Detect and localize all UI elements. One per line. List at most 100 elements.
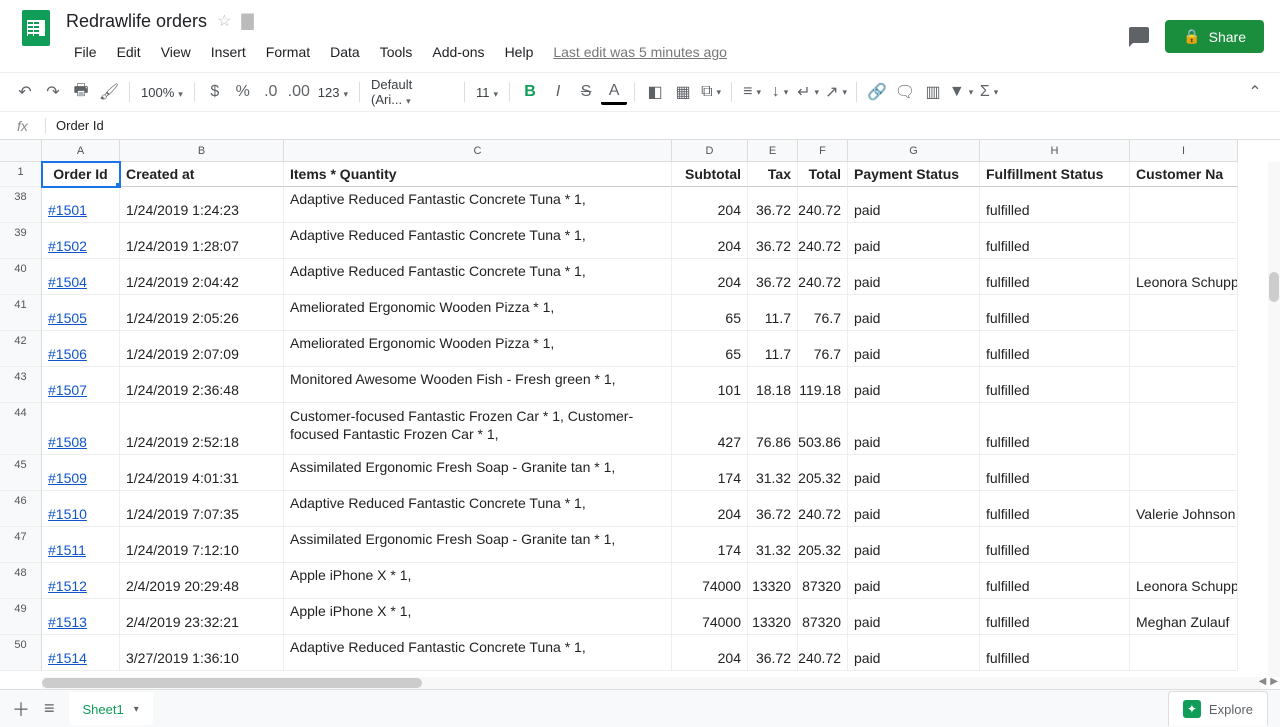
row-header-46[interactable]: 46 [0, 491, 42, 527]
col-header-A[interactable]: A [42, 140, 120, 162]
doc-title[interactable]: Redrawlife orders [66, 11, 207, 32]
cell-payment[interactable]: paid [848, 599, 980, 635]
col-header-F[interactable]: F [798, 140, 848, 162]
cell-tax[interactable]: 36.72 [748, 187, 798, 223]
cell-created[interactable]: 1/24/2019 2:52:18 [120, 403, 284, 455]
cell-total[interactable]: 240.72 [798, 187, 848, 223]
bold-button[interactable]: B [517, 79, 543, 105]
row-header-44[interactable]: 44 [0, 403, 42, 455]
star-icon[interactable]: ☆ [217, 11, 231, 31]
cell-customer[interactable] [1130, 295, 1238, 331]
fill-color-button[interactable]: ◧ [642, 79, 668, 105]
row-header-1[interactable]: 1 [0, 162, 42, 187]
menu-edit[interactable]: Edit [109, 40, 149, 64]
cell-items[interactable]: Adaptive Reduced Fantastic Concrete Tuna… [284, 635, 672, 671]
filter-button[interactable]: ▼ [948, 79, 974, 105]
cell-payment[interactable]: paid [848, 455, 980, 491]
paint-format-button[interactable]: 🖌 [96, 79, 122, 105]
collapse-toolbar-button[interactable]: ⌃ [1242, 79, 1268, 105]
cell-total[interactable]: 205.32 [798, 527, 848, 563]
cell-customer[interactable] [1130, 223, 1238, 259]
cell-tax[interactable]: 36.72 [748, 223, 798, 259]
share-button[interactable]: 🔒 Share [1165, 20, 1264, 53]
decrease-decimal-button[interactable]: .0 [258, 79, 284, 105]
cell-subtotal[interactable]: 427 [672, 403, 748, 455]
cell-tax[interactable]: 36.72 [748, 635, 798, 671]
cell-items[interactable]: Adaptive Reduced Fantastic Concrete Tuna… [284, 491, 672, 527]
row-header-47[interactable]: 47 [0, 527, 42, 563]
text-color-button[interactable]: A [601, 79, 627, 105]
cell-customer[interactable]: Leonora Schupp [1130, 259, 1238, 295]
redo-button[interactable]: ↷ [40, 79, 66, 105]
cell-tax[interactable]: 13320 [748, 599, 798, 635]
cell-created[interactable]: 3/27/2019 1:36:10 [120, 635, 284, 671]
cell-items[interactable]: Apple iPhone X * 1, [284, 599, 672, 635]
cell-subtotal[interactable]: 74000 [672, 599, 748, 635]
cell-subtotal[interactable]: 204 [672, 259, 748, 295]
cell-orderid[interactable]: #1502 [42, 223, 120, 259]
col-header-B[interactable]: B [120, 140, 284, 162]
number-format-select[interactable]: 123 [314, 85, 352, 100]
menu-help[interactable]: Help [497, 40, 542, 64]
cell-created[interactable]: 1/24/2019 2:36:48 [120, 367, 284, 403]
cell-payment[interactable]: paid [848, 563, 980, 599]
row-header-42[interactable]: 42 [0, 331, 42, 367]
cell-subtotal[interactable]: 204 [672, 635, 748, 671]
cell-items[interactable]: Adaptive Reduced Fantastic Concrete Tuna… [284, 259, 672, 295]
header-cell-F[interactable]: Total [798, 162, 848, 187]
vertical-scrollbar[interactable] [1268, 162, 1280, 677]
cell-fulfill[interactable]: fulfilled [980, 599, 1130, 635]
header-cell-C[interactable]: Items * Quantity [284, 162, 672, 187]
cell-total[interactable]: 240.72 [798, 259, 848, 295]
cell-customer[interactable] [1130, 455, 1238, 491]
cell-tax[interactable]: 36.72 [748, 259, 798, 295]
cell-orderid[interactable]: #1511 [42, 527, 120, 563]
cell-orderid[interactable]: #1507 [42, 367, 120, 403]
row-header-40[interactable]: 40 [0, 259, 42, 295]
cell-total[interactable]: 87320 [798, 563, 848, 599]
cell-customer[interactable]: Valerie Johnson [1130, 491, 1238, 527]
link-button[interactable]: 🔗 [864, 79, 890, 105]
cell-fulfill[interactable]: fulfilled [980, 259, 1130, 295]
row-header-45[interactable]: 45 [0, 455, 42, 491]
cell-payment[interactable]: paid [848, 527, 980, 563]
cell-created[interactable]: 1/24/2019 2:05:26 [120, 295, 284, 331]
cell-subtotal[interactable]: 65 [672, 331, 748, 367]
cell-total[interactable]: 205.32 [798, 455, 848, 491]
functions-button[interactable]: Σ [976, 79, 1002, 105]
cell-items[interactable]: Assimilated Ergonomic Fresh Soap - Grani… [284, 455, 672, 491]
increase-decimal-button[interactable]: .00 [286, 79, 312, 105]
cell-subtotal[interactable]: 74000 [672, 563, 748, 599]
row-header-39[interactable]: 39 [0, 223, 42, 259]
strike-button[interactable]: S [573, 79, 599, 105]
font-size-select[interactable]: 11 [472, 85, 502, 100]
cell-created[interactable]: 1/24/2019 1:28:07 [120, 223, 284, 259]
zoom-select[interactable]: 100% [137, 85, 187, 100]
col-header-G[interactable]: G [848, 140, 980, 162]
header-cell-H[interactable]: Fulfillment Status [980, 162, 1130, 187]
cell-subtotal[interactable]: 101 [672, 367, 748, 403]
cell-items[interactable]: Monitored Awesome Wooden Fish - Fresh gr… [284, 367, 672, 403]
cell-fulfill[interactable]: fulfilled [980, 187, 1130, 223]
cell-payment[interactable]: paid [848, 259, 980, 295]
col-header-D[interactable]: D [672, 140, 748, 162]
cell-tax[interactable]: 11.7 [748, 331, 798, 367]
cell-orderid[interactable]: #1506 [42, 331, 120, 367]
cell-orderid[interactable]: #1513 [42, 599, 120, 635]
cell-fulfill[interactable]: fulfilled [980, 295, 1130, 331]
cell-tax[interactable]: 31.32 [748, 455, 798, 491]
sheets-logo[interactable] [16, 8, 56, 48]
cell-customer[interactable] [1130, 331, 1238, 367]
cell-created[interactable]: 1/24/2019 7:07:35 [120, 491, 284, 527]
sheet-menu-icon[interactable]: ▾ [134, 704, 139, 715]
cell-total[interactable]: 503.86 [798, 403, 848, 455]
cell-total[interactable]: 240.72 [798, 223, 848, 259]
cell-fulfill[interactable]: fulfilled [980, 527, 1130, 563]
scroll-right-icon[interactable]: ▶ [1270, 676, 1278, 687]
menu-file[interactable]: File [66, 40, 105, 64]
v-align-button[interactable]: ↓ [767, 79, 793, 105]
explore-button[interactable]: ✦ Explore [1168, 691, 1268, 726]
cell-fulfill[interactable]: fulfilled [980, 331, 1130, 367]
cell-items[interactable]: Apple iPhone X * 1, [284, 563, 672, 599]
cell-fulfill[interactable]: fulfilled [980, 635, 1130, 671]
